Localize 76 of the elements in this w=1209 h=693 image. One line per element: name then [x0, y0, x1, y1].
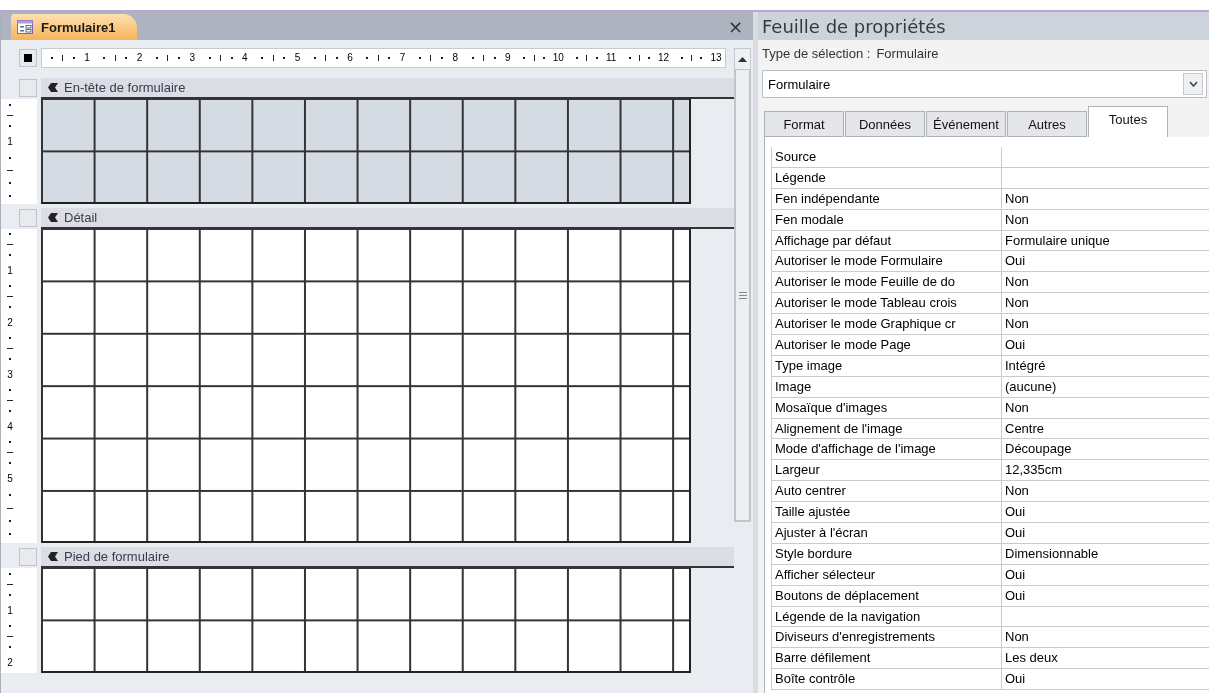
form-selector[interactable] [19, 49, 37, 67]
property-name: Type image [771, 355, 1002, 376]
property-name: Fen modale [771, 209, 1002, 230]
property-name: Diviseurs d'enregistrements [771, 627, 1002, 648]
property-name: Ajuster à l'écran [771, 523, 1002, 544]
collapse-icon[interactable] [47, 82, 59, 93]
collapse-icon[interactable] [47, 551, 59, 563]
property-value[interactable]: Oui [1002, 502, 1209, 523]
grip-icon[interactable] [738, 291, 747, 299]
selection-type-label: Type de sélection : [762, 46, 871, 61]
property-value[interactable]: Non [1002, 627, 1209, 648]
property-value[interactable]: Oui [1002, 251, 1209, 272]
property-name: Fen indépendante [771, 188, 1002, 209]
property-value[interactable]: Non [1002, 397, 1209, 418]
property-value[interactable]: Oui [1002, 669, 1209, 690]
object-dropdown[interactable]: Formulaire [762, 70, 1207, 98]
property-name: Taille ajustée [771, 502, 1002, 523]
section-header[interactable]: Pied de formulaire [41, 547, 734, 569]
chevron-down-icon[interactable] [1188, 81, 1198, 87]
sheet-tab[interactable]: Autres [1007, 111, 1087, 137]
sheet-tab[interactable]: Toutes [1088, 106, 1168, 137]
section-header[interactable]: Détail [41, 207, 734, 229]
property-name: Mode d'affichage de l'image [771, 439, 1002, 460]
property-name: Légende de la navigation [771, 606, 1002, 627]
property-value[interactable]: Découpage [1002, 439, 1209, 460]
property-value[interactable]: Intégré [1002, 355, 1209, 376]
property-name: Style bordure [771, 543, 1002, 564]
vertical-scrollbar[interactable] [734, 48, 751, 522]
property-value[interactable]: Les deux [1002, 648, 1209, 669]
section-title: Détail [64, 209, 98, 225]
property-name: Légende [771, 167, 1002, 188]
property-value[interactable]: Dimensionnable [1002, 543, 1209, 564]
property-value[interactable]: Centre [1002, 418, 1209, 439]
property-value[interactable]: Oui [1002, 335, 1209, 355]
section-title: En-tête de formulaire [64, 80, 186, 95]
close-button[interactable]: × [727, 15, 753, 37]
selection-type-value: Formulaire [876, 46, 939, 61]
property-name: Autoriser le mode Feuille de do [771, 272, 1002, 293]
property-name: Autoriser le mode Page [771, 335, 1002, 355]
property-name: Source [771, 147, 1002, 167]
property-name: Alignement de l'image [771, 418, 1002, 439]
property-value[interactable]: Oui [1002, 523, 1209, 544]
section-header[interactable]: En-tête de formulaire [41, 78, 734, 99]
property-name: Image [771, 376, 1002, 397]
property-value[interactable]: (aucune) [1002, 376, 1209, 397]
property-value[interactable]: Oui [1002, 564, 1209, 585]
sheet-tab[interactable]: Événement [926, 111, 1006, 137]
property-name: Boîte contrôle [771, 669, 1002, 690]
document-tab[interactable]: Formulaire1 [11, 14, 138, 40]
property-value[interactable]: Non [1002, 188, 1209, 209]
sheet-tab[interactable]: Format [764, 111, 844, 137]
property-value[interactable]: 12,335cm [1002, 460, 1209, 481]
property-value[interactable]: Formulaire unique [1002, 230, 1209, 251]
property-name: Afficher sélecteur [771, 564, 1002, 585]
section-title: Pied de formulaire [64, 549, 170, 565]
property-name: Autoriser le mode Formulaire [771, 251, 1002, 272]
property-name: Affichage par défaut [771, 230, 1002, 251]
collapse-icon[interactable] [47, 211, 59, 223]
property-value[interactable]: Non [1002, 314, 1209, 335]
horizontal-ruler: 1 2 3 4 5 6 7 8 9 10 11 12 13 [41, 48, 726, 68]
sheet-tab[interactable]: Données [845, 111, 925, 137]
property-value[interactable]: Non [1002, 293, 1209, 314]
property-value[interactable]: Non [1002, 481, 1209, 502]
property-name: Autoriser le mode Graphique cr [771, 314, 1002, 335]
property-value[interactable]: Non [1002, 272, 1209, 293]
property-name: Autoriser le mode Tableau crois [771, 293, 1002, 314]
property-name: Boutons de déplacement [771, 585, 1002, 606]
property-name: Auto centrer [771, 481, 1002, 502]
scroll-up-icon[interactable] [738, 56, 747, 62]
property-value[interactable]: Oui [1002, 585, 1209, 606]
property-value[interactable]: Non [1002, 209, 1209, 230]
property-name: Largeur [771, 460, 1002, 481]
form-icon [17, 20, 33, 34]
property-name: Mosaïque d'images [771, 397, 1002, 418]
panel-title: Feuille de propriétés [758, 12, 1209, 40]
property-name: Barre défilement [771, 648, 1002, 669]
